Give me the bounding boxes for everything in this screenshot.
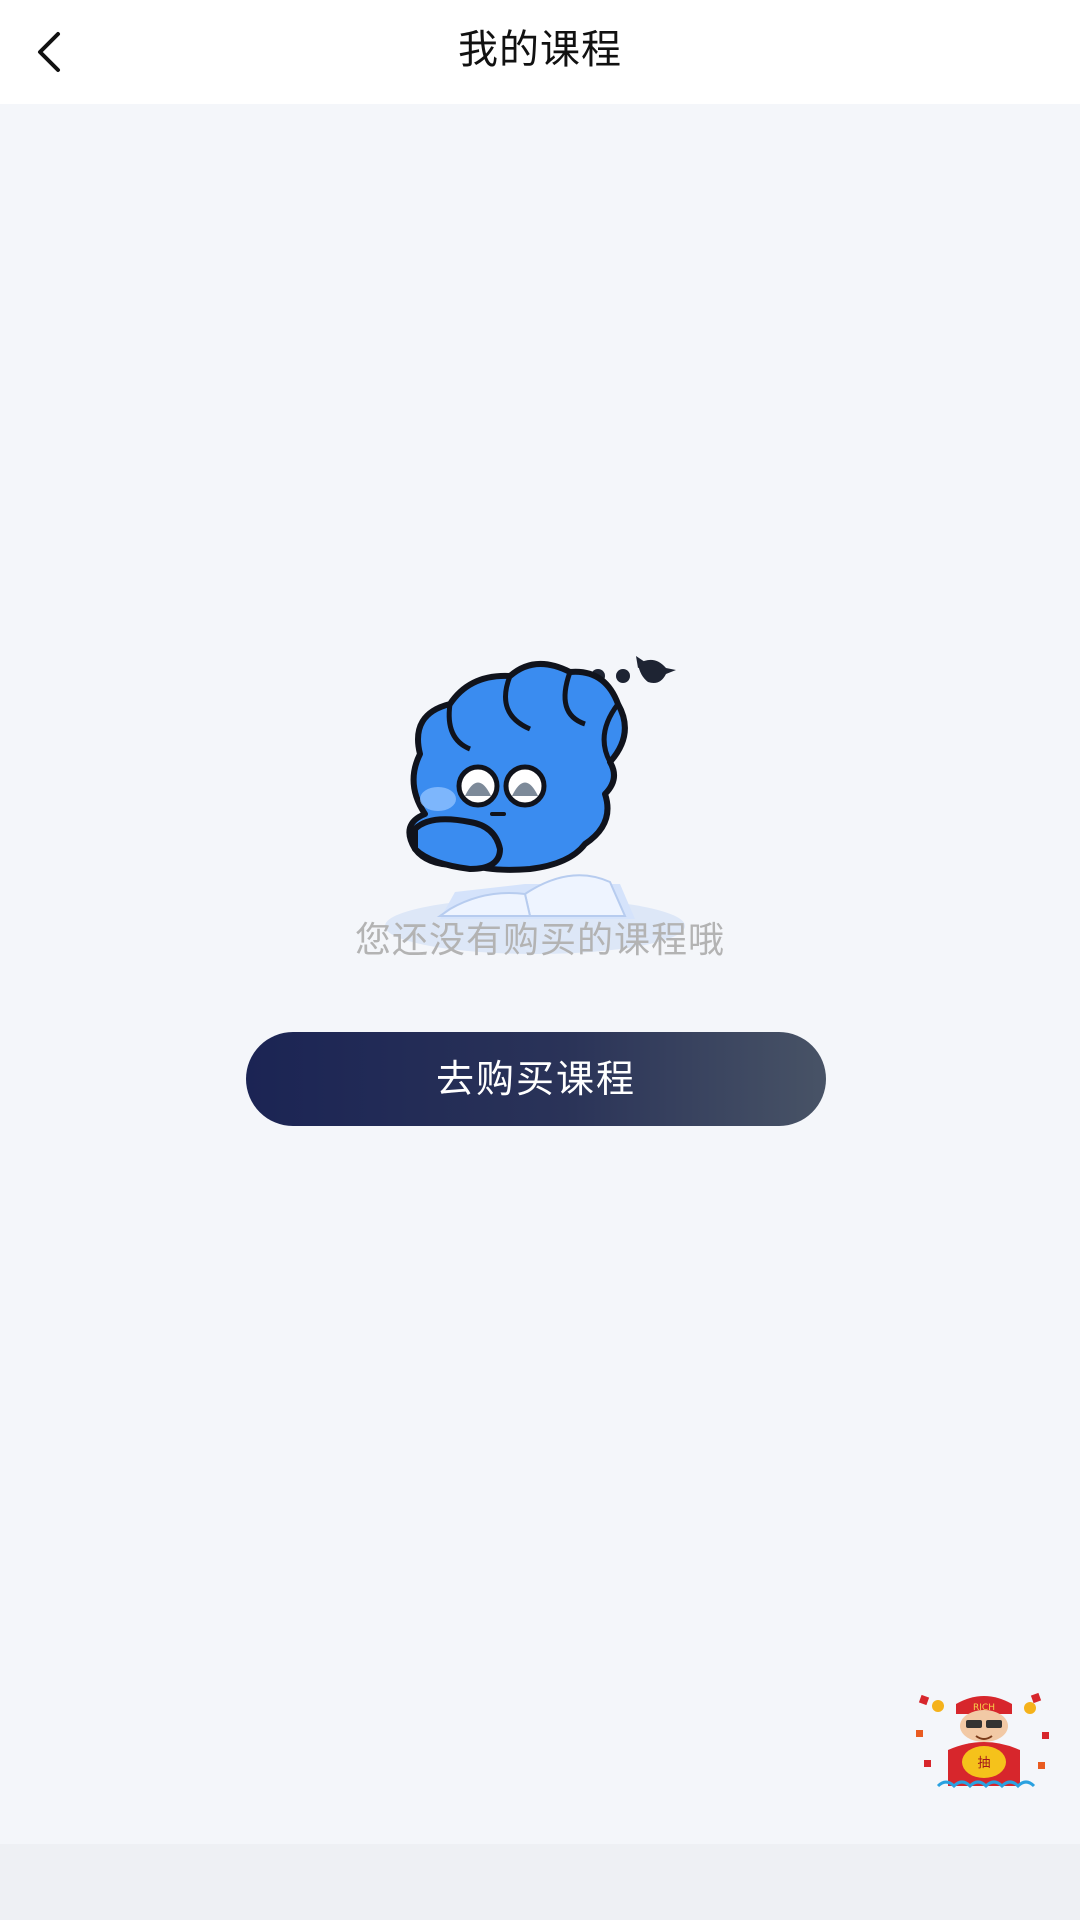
empty-state-message: 您还没有购买的课程哦 — [354, 920, 725, 961]
main-content: 您还没有购买的课程哦 去购买课程 RICH 抽 — [0, 104, 1080, 1844]
footer-strip — [0, 1844, 1080, 1920]
top-nav-bar: 我的课程 — [0, 0, 1080, 104]
page-title: 我的课程 — [458, 27, 622, 73]
lucky-draw-mascot-icon[interactable]: RICH 抽 — [914, 1690, 1054, 1790]
buy-course-button[interactable]: 去购买课程 — [246, 1032, 826, 1126]
badge-bag-text: 抽 — [977, 1756, 990, 1771]
